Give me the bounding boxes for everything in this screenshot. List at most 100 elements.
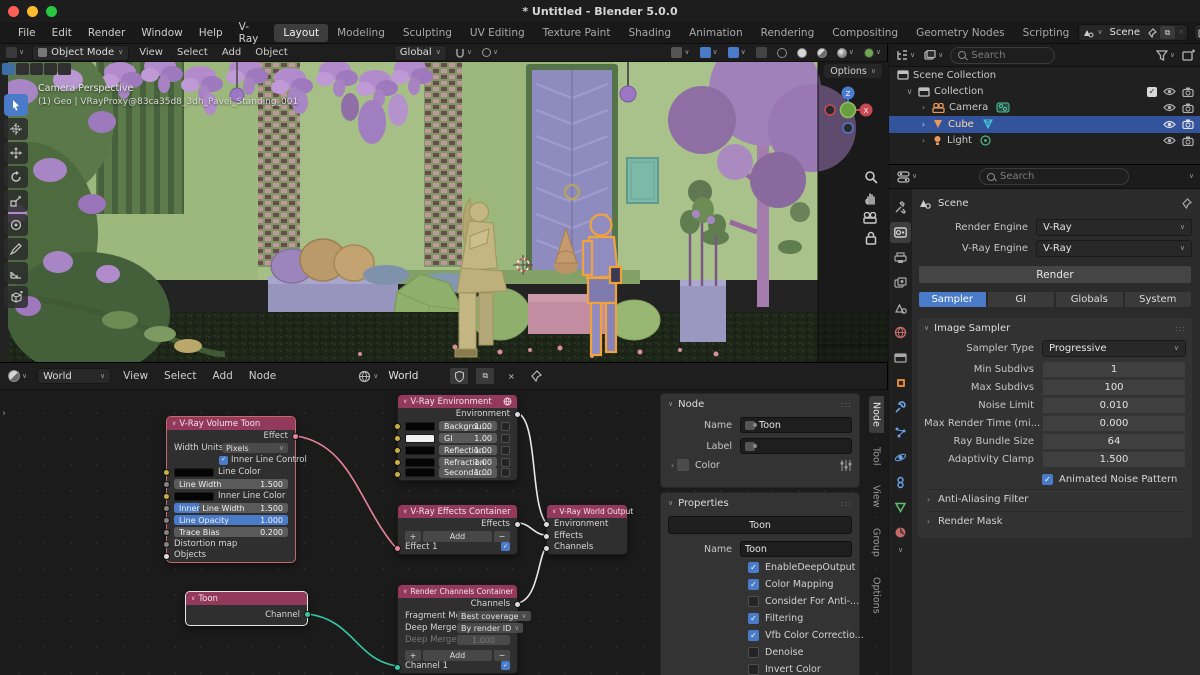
outliner-filter-mode[interactable]: ∨	[922, 50, 945, 61]
vray-engine-dropdown[interactable]: V-Ray ∨	[1036, 240, 1192, 257]
tab-object[interactable]	[890, 372, 911, 393]
pin-icon[interactable]	[1147, 28, 1157, 38]
world-datablock-name[interactable]: World	[388, 370, 442, 382]
tab-world[interactable]	[890, 322, 911, 343]
sidebar-toggle-arrow[interactable]: ›	[2, 408, 6, 419]
socket-effects-out[interactable]	[514, 521, 521, 528]
line-opacity-slider[interactable]: Line Opacity1.000	[174, 515, 288, 526]
workspace-tab-layout[interactable]: Layout	[274, 24, 328, 42]
ray-bundle-size-field[interactable]: 64	[1042, 433, 1186, 450]
animated-noise-pattern-checkbox[interactable]: ✓	[1042, 474, 1053, 485]
node-menu-select[interactable]: Select	[160, 370, 200, 382]
object-visibility-dropdown[interactable]: ∨	[669, 47, 691, 58]
refraction-slider[interactable]: Refraction1.00	[439, 457, 497, 468]
tabstrip-more-chevron[interactable]: ∨	[898, 547, 903, 554]
shading-material-button[interactable]	[815, 48, 829, 58]
gizmos-dropdown[interactable]: ∨	[698, 47, 720, 58]
node-vray-environment[interactable]: ∨V-Ray Environment Environment Backgrou.…	[397, 394, 518, 481]
deep-merge-mode-dropdown[interactable]: By render ID∨	[457, 623, 523, 633]
hide-eye-icon[interactable]	[1163, 103, 1176, 112]
trace-bias-slider[interactable]: Trace Bias0.200	[174, 527, 288, 538]
socket-channel-1-in[interactable]	[394, 664, 401, 671]
socket-secondary[interactable]	[394, 471, 401, 478]
transform-orientation-selector[interactable]: Global ∨	[394, 45, 447, 61]
npanel-tab-tool[interactable]: Tool	[869, 441, 884, 471]
tab-scene[interactable]	[890, 297, 911, 318]
navigation-gizmo[interactable]: Z X	[822, 84, 874, 136]
outliner-item-camera[interactable]: › Camera	[889, 100, 1200, 116]
viewlayer-selector[interactable]: ∨ ViewLayer ⧉	[1194, 24, 1200, 41]
secondary-slider[interactable]: Secondar...1.00	[439, 467, 497, 478]
fragment-method-dropdown[interactable]: Best coverage∨	[457, 611, 531, 621]
workspace-tab-texture-paint[interactable]: Texture Paint	[534, 24, 620, 42]
panel-collapse-icon[interactable]: ∨	[668, 401, 673, 408]
workspace-tab-shading[interactable]: Shading	[619, 24, 680, 42]
remove-channel-button[interactable]: −	[494, 650, 510, 661]
caret-open-icon[interactable]: ∨	[905, 87, 914, 96]
tab-gi[interactable]: GI	[987, 291, 1056, 308]
tool-fallback-icon-3[interactable]	[44, 63, 57, 75]
grip-icon[interactable]: :::	[841, 499, 852, 508]
socket-trace-bias[interactable]	[163, 529, 170, 536]
properties-options-chevron[interactable]: ∨	[1189, 173, 1194, 180]
outliner-filter-dropdown[interactable]: ∨	[1154, 50, 1177, 61]
viewport-menu-object[interactable]: Object	[251, 47, 292, 58]
shading-wireframe-button[interactable]	[775, 48, 789, 58]
line-color-swatch[interactable]	[174, 468, 214, 477]
proportional-editing-toggle[interactable]: ∨	[480, 48, 500, 57]
disable-render-icon[interactable]	[1182, 87, 1194, 97]
tab-material[interactable]	[890, 522, 911, 543]
outliner-item-collection[interactable]: ∨ Collection ✓	[889, 83, 1200, 99]
deep-merge-coeff-field[interactable]: 1.000	[457, 635, 510, 645]
disable-render-icon[interactable]	[1182, 103, 1194, 113]
viewport-menu-view[interactable]: View	[135, 47, 167, 58]
menu-help[interactable]: Help	[191, 24, 231, 42]
tab-output[interactable]	[890, 247, 911, 268]
add-channel-plus-button[interactable]: +	[405, 650, 421, 661]
options-dropdown[interactable]: Options ∨	[824, 64, 882, 78]
outliner-item-cube[interactable]: › Cube	[889, 116, 1200, 132]
node-menu-node[interactable]: Node	[245, 370, 280, 382]
npanel-tab-group[interactable]: Group	[869, 522, 884, 563]
socket-effect-1-in[interactable]	[394, 545, 401, 552]
socket-background[interactable]	[394, 423, 401, 430]
adaptivity-clamp-field[interactable]: 1.500	[1042, 451, 1186, 468]
node-editor-type-selector[interactable]: ∨	[6, 370, 29, 382]
unlink-datablock-button[interactable]: ×	[502, 368, 520, 384]
socket-channels-in[interactable]	[543, 545, 550, 552]
outliner-search-input[interactable]: Search	[950, 47, 1055, 64]
tab-view-layer[interactable]	[890, 272, 911, 293]
node-menu-add[interactable]: Add	[208, 370, 236, 382]
inner-line-color-swatch[interactable]	[174, 492, 214, 501]
tab-collection-props[interactable]	[890, 347, 911, 368]
shading-rendered-button[interactable]: ∨	[835, 48, 856, 58]
socket-effects-in[interactable]	[543, 533, 550, 540]
measure-tool[interactable]	[4, 262, 28, 284]
viewport-canvas[interactable]: Camera Perspective (1) Geo | VRayProxy@8…	[0, 62, 888, 362]
world-datablock-icon[interactable]: ∨	[356, 370, 380, 383]
node-vray-volume-toon[interactable]: ∨V-Ray Volume Toon Effect Width Units Pi…	[166, 416, 296, 563]
caret-closed-icon[interactable]: ›	[919, 136, 928, 145]
width-units-dropdown[interactable]: Pixels∨	[222, 443, 288, 453]
caret-closed-icon[interactable]: ›	[919, 120, 928, 129]
rotate-tool[interactable]	[4, 166, 28, 188]
tab-tool[interactable]	[890, 197, 911, 218]
tool-fallback-icon-2[interactable]	[30, 63, 43, 75]
menu-edit[interactable]: Edit	[44, 24, 80, 42]
grip-icon[interactable]: :::	[1175, 324, 1186, 333]
max-render-time-field[interactable]: 0.000	[1042, 415, 1186, 432]
disable-render-icon[interactable]	[1182, 136, 1194, 146]
socket-line-color[interactable]	[163, 469, 170, 476]
scene-selector[interactable]: ∨ Scene ⧉ ×	[1078, 24, 1188, 41]
caret-closed-icon[interactable]: ›	[919, 103, 928, 112]
render-engine-dropdown[interactable]: V-Ray ∨	[1036, 219, 1192, 236]
socket-inner-line-width[interactable]	[163, 505, 170, 512]
tab-system[interactable]: System	[1124, 291, 1193, 308]
panel-collapse-icon[interactable]: ∨	[668, 500, 673, 507]
copy-datablock-button[interactable]: ⧉	[476, 368, 494, 384]
viewport-menu-add[interactable]: Add	[218, 47, 245, 58]
anti-aliasing-filter-panel[interactable]: › Anti-Aliasing Filter	[924, 489, 1186, 509]
outliner-item-light[interactable]: › Light	[889, 133, 1200, 149]
annotate-tool[interactable]	[4, 238, 28, 260]
gi-slider[interactable]: GI1.00	[439, 433, 497, 444]
